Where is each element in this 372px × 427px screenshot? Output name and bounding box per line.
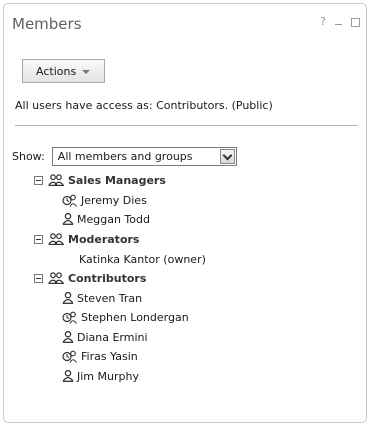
collapse-toggle-icon[interactable] (34, 234, 43, 244)
member-row[interactable]: Diana Ermini (62, 329, 148, 345)
member-name: Steven Tran (77, 291, 143, 305)
group-icon (48, 233, 65, 245)
collapse-toggle-icon[interactable] (34, 175, 43, 185)
member-name: Katinka Kantor (owner) (79, 252, 206, 266)
user-icon (62, 292, 74, 304)
minimize-button[interactable] (335, 16, 342, 25)
user-icon (62, 213, 74, 225)
group-row-moderators[interactable]: Moderators (34, 231, 139, 247)
help-button[interactable]: ? (320, 16, 326, 28)
group-name: Sales Managers (68, 173, 166, 187)
dropdown-caret-icon (82, 69, 91, 74)
show-selected-value: All members and groups (57, 150, 193, 163)
member-row[interactable]: Meggan Todd (62, 211, 150, 227)
group-row-sales-managers[interactable]: Sales Managers (34, 172, 166, 188)
member-name: Diana Ermini (77, 330, 148, 344)
online-user-icon (62, 311, 78, 324)
user-icon (62, 370, 74, 382)
online-user-icon (62, 350, 78, 363)
member-row[interactable]: Firas Yasin (62, 348, 138, 364)
user-icon (62, 331, 74, 343)
online-user-icon (62, 194, 78, 207)
show-label: Show: (12, 150, 45, 163)
chevron-down-icon[interactable] (219, 149, 235, 164)
member-row[interactable]: Jim Murphy (62, 368, 139, 384)
maximize-button[interactable] (351, 18, 360, 27)
member-row[interactable]: Katinka Kantor (owner) (79, 251, 206, 267)
show-select[interactable]: All members and groups (51, 147, 237, 166)
member-name: Firas Yasin (81, 349, 138, 363)
member-name: Jim Murphy (77, 369, 139, 383)
members-panel: Members ? Actions All users have access … (3, 3, 367, 423)
group-icon (48, 272, 65, 284)
member-row[interactable]: Steven Tran (62, 290, 142, 306)
panel-header: Members ? (4, 4, 366, 40)
show-filter: Show: All members and groups (12, 147, 237, 166)
member-row[interactable]: Jeremy Dies (62, 192, 147, 208)
member-row[interactable]: Stephen Londergan (62, 309, 189, 325)
access-description: All users have access as: Contributors. … (15, 99, 273, 112)
divider (15, 125, 358, 126)
panel-title: Members (12, 15, 82, 33)
member-name: Stephen Londergan (81, 310, 189, 324)
member-name: Meggan Todd (77, 212, 150, 226)
member-name: Jeremy Dies (81, 193, 147, 207)
group-icon (48, 174, 65, 186)
group-name: Contributors (68, 271, 147, 285)
collapse-toggle-icon[interactable] (34, 273, 43, 283)
actions-button[interactable]: Actions (22, 59, 105, 83)
group-name: Moderators (68, 232, 140, 246)
window-controls: ? (320, 16, 360, 28)
actions-label: Actions (36, 64, 77, 78)
group-row-contributors[interactable]: Contributors (34, 270, 146, 286)
